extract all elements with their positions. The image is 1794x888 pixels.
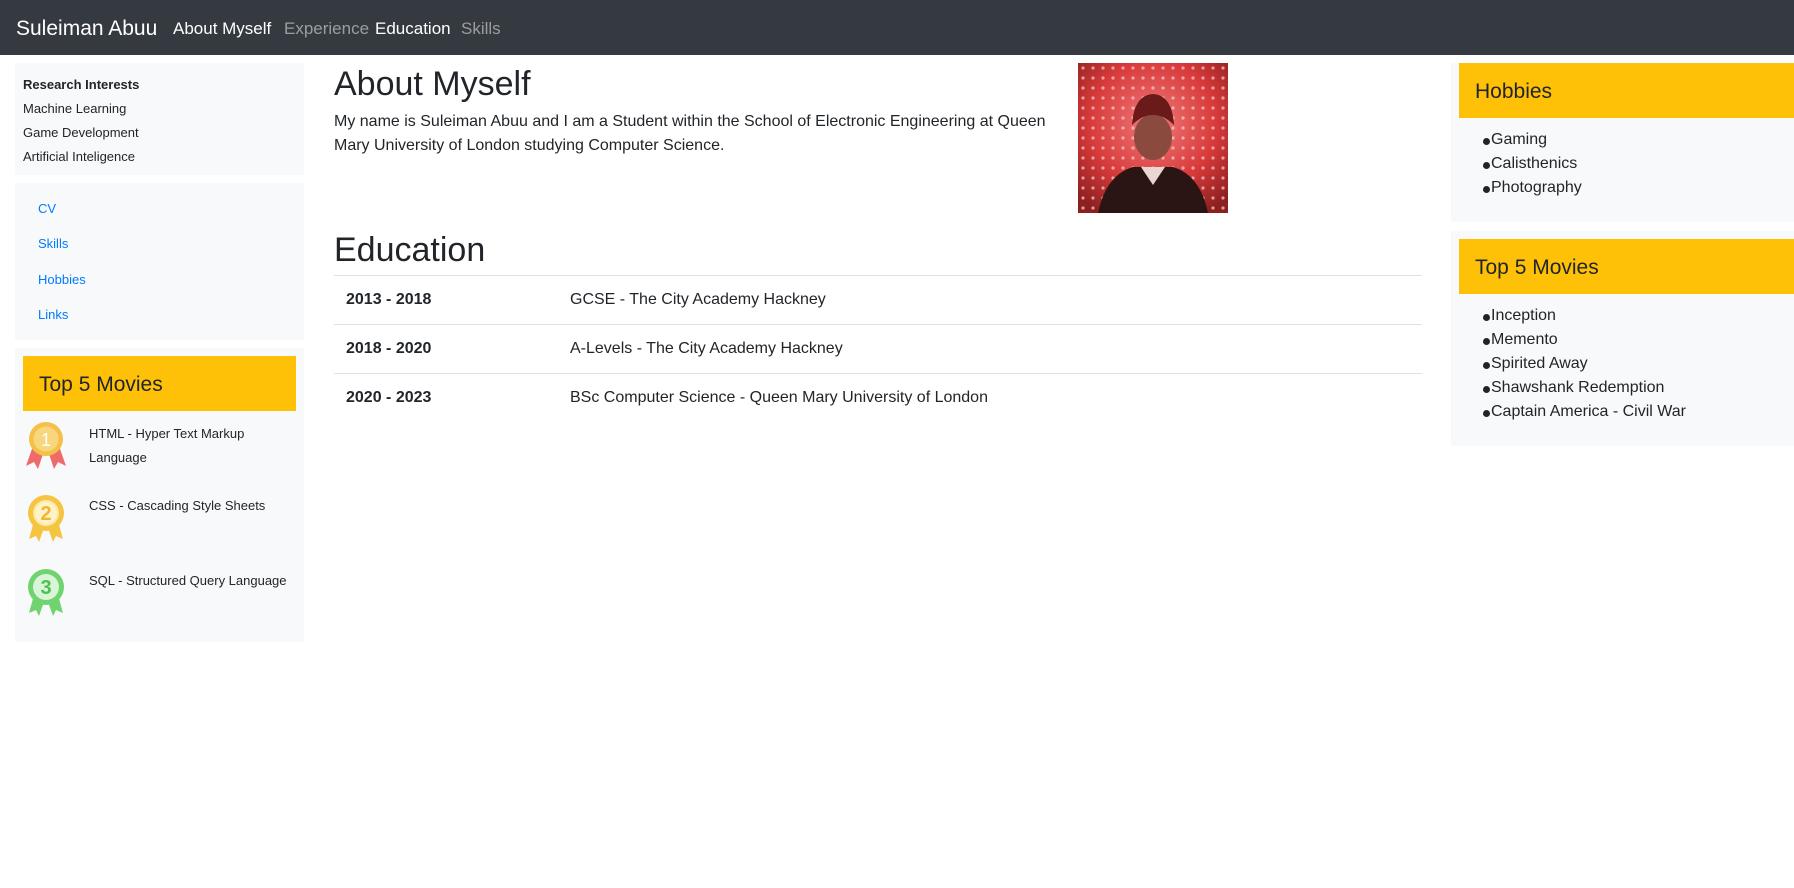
top5-left-panel: Top 5 Movies 1 HTML - Hyper Text Markup … — [15, 348, 304, 642]
hobbies-panel: Hobbies Gaming Calisthenics Photography — [1451, 63, 1794, 222]
education-heading: Education — [334, 231, 486, 269]
medal-number: 1 — [41, 430, 51, 450]
education-description: BSc Computer Science - Queen Mary Univer… — [570, 389, 988, 406]
yellow-medal-icon: 2 — [28, 495, 64, 542]
list-item: Shawshank Redemption — [1467, 376, 1686, 400]
link-skills[interactable]: Skills — [38, 236, 68, 251]
list-item: Captain America - Civil War — [1467, 400, 1686, 424]
top5-left-title: Top 5 Movies — [39, 373, 163, 396]
about-text: My name is Suleiman Abuu and I am a Stud… — [334, 113, 1046, 154]
quick-links-panel: CV Skills Hobbies Links — [15, 183, 304, 340]
table-row: 2018 - 2020 A-Levels - The City Academy … — [334, 324, 1422, 373]
education-years: 2018 - 2020 — [346, 340, 432, 357]
list-item: Calisthenics — [1467, 152, 1582, 176]
list-item: Gaming — [1467, 128, 1582, 152]
green-medal-icon: 3 — [28, 569, 64, 616]
link-hobbies[interactable]: Hobbies — [38, 272, 86, 287]
medal-number: 3 — [40, 577, 51, 599]
medal-item-label: CSS - Cascading Style Sheets — [89, 498, 266, 513]
navbar: Suleiman Abuu About Myself Experience Ed… — [0, 0, 1794, 55]
research-item: Machine Learning — [23, 101, 127, 116]
table-row: 2020 - 2023 BSc Computer Science - Queen… — [334, 373, 1422, 422]
list-item: Memento — [1467, 328, 1686, 352]
link-cv[interactable]: CV — [38, 201, 56, 216]
medal-item-label: HTML - Hyper Text Markup Language — [89, 426, 245, 465]
nav-link-experience[interactable]: Experience — [284, 18, 369, 39]
research-item: Game Development — [23, 125, 139, 140]
list-item: Inception — [1467, 304, 1686, 328]
table-row: 2013 - 2018 GCSE - The City Academy Hack… — [334, 275, 1422, 324]
top5-movies-panel: Top 5 Movies Inception Memento Spirited … — [1451, 231, 1794, 446]
nav-link-education[interactable]: Education — [375, 18, 451, 39]
medal-item-label: SQL - Structured Query Language — [89, 573, 287, 588]
top5-movies-title: Top 5 Movies — [1475, 256, 1599, 279]
nav-link-about[interactable]: About Myself — [173, 18, 271, 39]
profile-photo-image — [1078, 63, 1228, 213]
education-description: A-Levels - The City Academy Hackney — [570, 340, 843, 357]
profile-photo — [1078, 63, 1228, 213]
research-interests-panel: Research Interests Machine Learning Game… — [15, 63, 304, 175]
research-item: Artificial Inteligence — [23, 149, 135, 164]
medal-number: 2 — [40, 503, 51, 525]
nav-link-skills[interactable]: Skills — [461, 18, 501, 39]
education-table: 2013 - 2018 GCSE - The City Academy Hack… — [334, 275, 1422, 422]
education-years: 2013 - 2018 — [346, 291, 432, 308]
about-heading: About Myself — [334, 65, 531, 103]
link-links[interactable]: Links — [38, 307, 68, 322]
hobbies-list: Gaming Calisthenics Photography — [1467, 128, 1582, 200]
list-item: Spirited Away — [1467, 352, 1686, 376]
gold-medal-icon: 1 — [26, 422, 66, 469]
research-interests-title: Research Interests — [23, 77, 140, 92]
navbar-brand[interactable]: Suleiman Abuu — [16, 16, 157, 42]
top5-movies-header: Top 5 Movies — [1459, 239, 1794, 294]
top5-left-header: Top 5 Movies — [23, 356, 296, 411]
education-years: 2020 - 2023 — [346, 389, 432, 406]
list-item: Photography — [1467, 176, 1582, 200]
education-description: GCSE - The City Academy Hackney — [570, 291, 826, 308]
hobbies-header: Hobbies — [1459, 63, 1794, 118]
hobbies-title: Hobbies — [1475, 80, 1553, 103]
movies-list: Inception Memento Spirited Away Shawshan… — [1467, 304, 1686, 424]
